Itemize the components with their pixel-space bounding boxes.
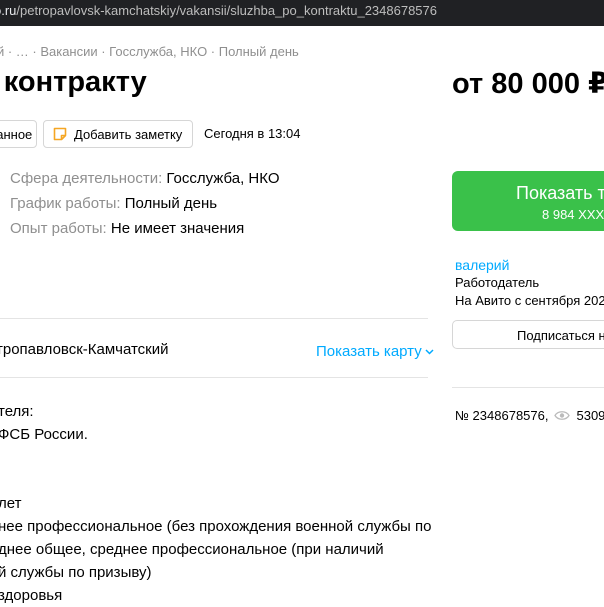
description-line: лет <box>0 495 22 512</box>
page-title: о контракту <box>0 66 147 98</box>
favorite-label: ранное <box>0 126 33 142</box>
param-schedule: График работы: Полный день <box>10 195 218 212</box>
divider <box>0 377 428 378</box>
job-params: Сфера деятельности: Госслужба, НКО Графи… <box>10 166 280 241</box>
seller-since: На Авито с сентября 2020 <box>455 293 604 308</box>
url-path: /petropavlovsk-kamchatskiy/vakansii/sluz… <box>16 3 437 18</box>
description-line: нее профессиональное (без прохождения во… <box>0 518 432 535</box>
divider <box>0 318 428 319</box>
favorite-button[interactable]: ранное <box>0 120 37 148</box>
phone-masked: 8 984 ХХХ <box>542 207 604 222</box>
seller-role: Работодатель <box>455 275 540 290</box>
add-note-label: Добавить заметку <box>74 126 183 142</box>
add-note-button[interactable]: Добавить заметку <box>43 120 193 148</box>
description-line: днее общее, среднее профессиональное (пр… <box>0 541 384 558</box>
show-map-label: Показать карту <box>316 343 422 360</box>
description-line: й службы по призыву) <box>0 564 152 581</box>
browser-address-bar[interactable]: o.ru/petropavlovsk-kamchatskiy/vakansii/… <box>0 0 604 26</box>
param-sphere: Сфера деятельности: Госслужба, НКО <box>10 170 280 187</box>
description-line <box>0 446 431 469</box>
subscribe-label: Подписаться н <box>517 328 604 343</box>
divider <box>452 387 604 388</box>
eye-icon <box>554 411 571 420</box>
price: от 80 000 ₽ <box>452 68 604 100</box>
param-experience: Опыт работы: Не имеет значения <box>10 220 245 237</box>
note-icon <box>53 127 67 141</box>
description-line <box>0 469 431 492</box>
seller-block: валерий Работодатель На Авито с сентября… <box>455 256 604 310</box>
show-phone-button[interactable]: Показать т 8 984 ХХХ <box>452 171 604 231</box>
show-phone-label: Показать т <box>516 183 604 203</box>
description: теля: ФСБ России. лет нее профессиональн… <box>0 400 431 607</box>
breadcrumb[interactable]: кий · … · Вакансии · Госслужба, НКО · По… <box>0 44 299 59</box>
description-line: ФСБ России. <box>0 426 88 443</box>
seller-name[interactable]: валерий <box>455 256 604 274</box>
chevron-down-icon <box>425 348 434 355</box>
description-line: теля: <box>0 403 34 420</box>
publish-date: Сегодня в 13:04 <box>204 126 301 141</box>
address-text: тропавловск-Камчатский <box>0 341 169 358</box>
show-map-link[interactable]: Показать карту <box>316 343 434 360</box>
url-domain: o.ru <box>0 3 17 18</box>
views-count: 5309 <box>576 408 604 423</box>
listing-number: № 2348678576, <box>455 408 549 423</box>
listing-meta: № 2348678576, 5309 <box>455 408 604 423</box>
url-text[interactable]: o.ru/petropavlovsk-kamchatskiy/vakansii/… <box>0 3 437 18</box>
subscribe-button[interactable]: Подписаться н <box>452 320 604 349</box>
